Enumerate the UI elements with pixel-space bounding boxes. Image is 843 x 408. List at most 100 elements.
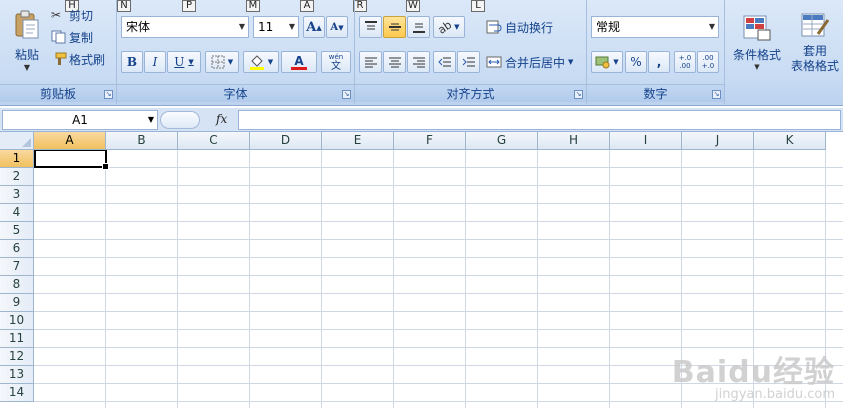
row-header-11[interactable]: 11	[0, 330, 34, 348]
italic-button[interactable]: I	[144, 51, 166, 73]
formula-input[interactable]	[238, 110, 841, 130]
increase-indent-icon	[462, 57, 475, 67]
row-header-8[interactable]: 8	[0, 276, 34, 294]
decrease-decimal-button[interactable]: .00 +.0	[697, 51, 719, 73]
row-header-6[interactable]: 6	[0, 240, 34, 258]
font-size-value: 11	[258, 20, 274, 34]
paste-label: 粘贴	[14, 48, 39, 62]
grow-font-button[interactable]: A ▲	[303, 16, 325, 38]
conditional-format-button[interactable]: 条件格式 ▼	[729, 6, 785, 78]
watermark-logo: Baidu经验	[671, 355, 835, 390]
align-bottom-button[interactable]	[407, 16, 430, 38]
increase-indent-button[interactable]	[457, 51, 480, 73]
column-header-a[interactable]: A	[34, 132, 106, 150]
name-box[interactable]: A1 ▼	[2, 110, 158, 130]
comma-label: ,	[656, 55, 662, 69]
clipboard-launcher-icon[interactable]: ↘	[104, 90, 113, 99]
row-header-9[interactable]: 9	[0, 294, 34, 312]
chevron-down-icon: ▼	[188, 58, 194, 66]
row-header-13[interactable]: 13	[0, 366, 34, 384]
decrease-indent-icon	[437, 57, 451, 67]
row-header-12[interactable]: 12	[0, 348, 34, 366]
italic-label: I	[152, 55, 158, 69]
row-header-10[interactable]: 10	[0, 312, 34, 330]
fill-color-button[interactable]: ▼	[243, 51, 279, 73]
number-format-combo[interactable]: 常规 ▼	[591, 16, 719, 38]
decrease-indent-button[interactable]	[433, 51, 456, 73]
column-header-c[interactable]: C	[178, 132, 250, 150]
select-all-corner[interactable]	[0, 132, 34, 150]
insert-function-icon[interactable]: fx	[216, 112, 227, 126]
column-header-i[interactable]: I	[610, 132, 682, 150]
percent-button[interactable]: %	[625, 51, 647, 73]
table-format-icon	[801, 13, 830, 36]
watermark: Baidu经验 jingyan.baidu.com	[672, 347, 835, 402]
chevron-down-icon: ▼	[288, 22, 295, 31]
align-left-icon	[364, 57, 377, 68]
scissors-icon: ✂	[51, 8, 62, 22]
comma-button[interactable]: ,	[648, 51, 670, 73]
column-header-b[interactable]: B	[106, 132, 178, 150]
phonetic-bottom-label: 文	[331, 61, 341, 72]
column-header-f[interactable]: F	[394, 132, 466, 150]
table-format-label-2: 表格格式	[790, 58, 839, 73]
shrink-font-button[interactable]: A ▼	[326, 16, 348, 38]
text-orientation-icon: ab	[435, 17, 455, 37]
table-format-label-1: 套用	[802, 43, 827, 58]
align-middle-button[interactable]	[383, 16, 406, 38]
column-header-g[interactable]: G	[466, 132, 538, 150]
row-header-3[interactable]: 3	[0, 186, 34, 204]
font-launcher-icon[interactable]: ↘	[342, 90, 351, 99]
cut-button[interactable]: ✂ 剪切	[50, 6, 110, 24]
font-name-combo[interactable]: 宋体 ▼	[121, 16, 249, 38]
orientation-button[interactable]: ab ▼	[433, 16, 465, 38]
formula-splitter-handle[interactable]	[160, 111, 200, 129]
chevron-down-icon: ▼	[568, 58, 574, 66]
table-format-button[interactable]: 套用 表格格式	[787, 6, 843, 78]
alignment-launcher-icon[interactable]: ↘	[574, 90, 583, 99]
active-cell-a1[interactable]	[34, 149, 109, 170]
bold-button[interactable]: B	[121, 51, 143, 73]
wrap-text-button[interactable]: 自动换行	[485, 16, 571, 38]
column-header-d[interactable]: D	[250, 132, 322, 150]
font-size-combo[interactable]: 11 ▼	[253, 16, 299, 38]
wrap-text-label: 自动换行	[505, 20, 554, 35]
align-left-button[interactable]	[359, 51, 382, 73]
name-box-value: A1	[72, 113, 88, 127]
font-color-swatch	[291, 66, 307, 70]
phonetic-guide-button[interactable]: wén 文	[321, 51, 351, 73]
align-top-icon	[364, 21, 377, 30]
column-header-h[interactable]: H	[538, 132, 610, 150]
font-color-button[interactable]: A	[281, 51, 317, 73]
chevron-down-icon: ▼	[147, 115, 154, 124]
grow-font-label: A	[306, 19, 317, 35]
align-center-button[interactable]	[383, 51, 406, 73]
row-header-14[interactable]: 14	[0, 384, 34, 402]
number-launcher-icon[interactable]: ↘	[712, 90, 721, 99]
column-header-e[interactable]: E	[322, 132, 394, 150]
align-top-button[interactable]	[359, 16, 382, 38]
column-header-j[interactable]: J	[682, 132, 754, 150]
alignment-group-label: 对齐方式	[355, 84, 586, 102]
column-header-k[interactable]: K	[754, 132, 826, 150]
row-header-2[interactable]: 2	[0, 168, 34, 186]
merge-center-label: 合并后居中	[505, 55, 566, 70]
row-header-1[interactable]: 1	[0, 150, 34, 168]
align-right-button[interactable]	[407, 51, 430, 73]
increase-decimal-button[interactable]: +.0 .00	[674, 51, 696, 73]
row-header-7[interactable]: 7	[0, 258, 34, 276]
format-painter-icon	[55, 52, 67, 65]
copy-button[interactable]: 复制	[50, 28, 110, 46]
accounting-format-button[interactable]: ▼	[591, 51, 623, 73]
styles-group: 条件格式 ▼ 套用 表格格式	[725, 0, 843, 104]
formula-bar: A1 ▼ fx	[0, 108, 843, 132]
row-header-4[interactable]: 4	[0, 204, 34, 222]
row-header-5[interactable]: 5	[0, 222, 34, 240]
underline-button[interactable]: U ▼	[167, 51, 201, 73]
format-painter-button[interactable]: 格式刷	[50, 50, 112, 68]
align-right-icon	[412, 57, 425, 68]
merge-center-button[interactable]: 合并后居中 ▼	[485, 51, 581, 73]
borders-button[interactable]: ▼	[205, 51, 239, 73]
paste-button[interactable]: 粘贴 ▼	[6, 6, 48, 76]
chevron-down-icon: ▼	[227, 58, 234, 66]
